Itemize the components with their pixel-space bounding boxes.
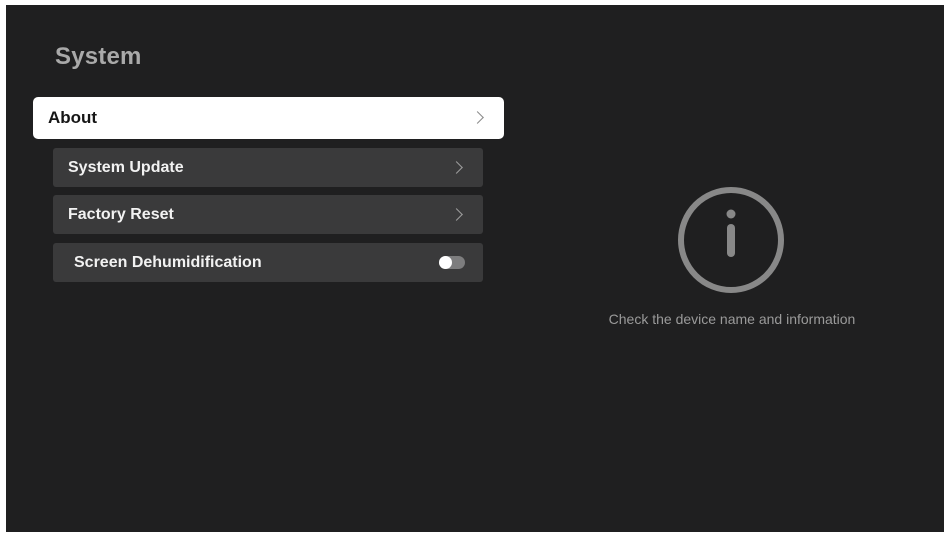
toggle-knob: [439, 256, 452, 269]
menu-item-label: Screen Dehumidification: [74, 253, 262, 271]
menu-item-label: System Update: [68, 158, 184, 176]
chevron-right-icon: [450, 161, 463, 174]
menu-item-screen-dehumidification[interactable]: Screen Dehumidification: [53, 243, 483, 282]
dehumidification-toggle[interactable]: [439, 256, 465, 269]
menu-item-label: Factory Reset: [68, 205, 174, 223]
detail-description: Check the device name and information: [608, 311, 856, 327]
menu-item-about[interactable]: About: [33, 97, 504, 139]
chevron-right-icon: [450, 208, 463, 221]
page-title: System: [55, 43, 142, 70]
info-icon-stem: [727, 224, 735, 257]
info-icon-dot: [726, 209, 736, 219]
chevron-right-icon: [471, 111, 484, 124]
menu-item-label: About: [48, 108, 98, 127]
tv-screen: System About System Update Factory Reset…: [6, 5, 944, 532]
menu-item-system-update[interactable]: System Update: [53, 148, 483, 187]
info-icon: [678, 187, 784, 293]
menu-item-factory-reset[interactable]: Factory Reset: [53, 195, 483, 234]
